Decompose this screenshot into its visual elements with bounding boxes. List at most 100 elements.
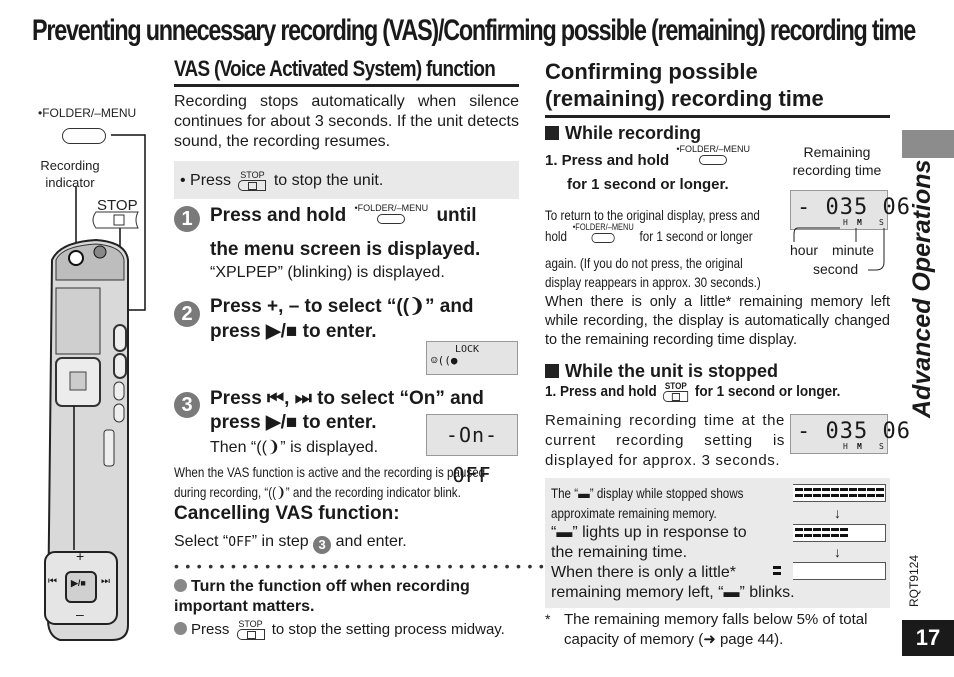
pad-next-icon: ⏭ [101, 576, 110, 587]
pad-plus-label: + [76, 548, 85, 564]
footnote-text: The remaining memory falls below 5% of t… [564, 611, 868, 648]
cancel-step-badge: 3 [313, 535, 332, 554]
memory-bar-display [793, 484, 886, 502]
memory-bar-display [773, 562, 886, 580]
step-2-line1: Press +, – to select “((❩” and [210, 296, 474, 317]
confirm-heading-line2: (remaining) recording time [545, 86, 824, 111]
confirm-heading-rule [545, 115, 890, 118]
section-label: Advanced Operations [898, 159, 954, 418]
section-label-text: Advanced Operations [908, 159, 936, 418]
stop-icon-label: STOP [240, 170, 265, 180]
memory-bar-segment [840, 488, 848, 491]
memory-bar-segment [822, 488, 830, 491]
square-bullet-icon [545, 126, 559, 140]
cancel-value: OFF [228, 535, 252, 550]
memory-bar-segment [867, 488, 875, 491]
remaining-time-label: Remaining recording time [792, 144, 882, 178]
step-1-line1: Press and hold •FOLDER/–MENU until [210, 203, 477, 229]
model-code-text: RQT9124 [907, 555, 921, 608]
lcd-unit-h: H [843, 442, 848, 451]
return-note-line4: display reappears in approx. 30 seconds.… [545, 274, 761, 290]
vas-intro: Recording stops automatically when silen… [174, 93, 519, 150]
lcd-unit-m: M [857, 442, 862, 451]
memory-bar-segment [840, 494, 848, 497]
while-recording-step-prefix: 1. Press and hold [545, 152, 670, 169]
hour-label: hour [790, 242, 819, 258]
step-1-badge: 1 [174, 206, 200, 232]
section-tab-marker [902, 130, 954, 158]
return-note-line3: again. (If you do not press, the origina… [545, 255, 743, 271]
memory-bar-segment [831, 494, 839, 497]
folder-menu-button-icon: •FOLDER/–MENU [354, 203, 428, 224]
stop-icon-label: STOP [238, 619, 263, 629]
while-stopped-heading-text: While the unit is stopped [565, 361, 778, 381]
cancel-vas-heading: Cancelling VAS function: [174, 503, 400, 524]
memory-bar-segment [831, 488, 839, 491]
step-3-badge: 3 [174, 392, 200, 418]
square-bullet-icon [545, 364, 559, 378]
memory-bar-segment [773, 572, 781, 575]
cancel-mid: ” in step [251, 533, 309, 550]
step-3-sub: Then “((❩” is displayed. [210, 439, 379, 456]
recorder-illustration [44, 134, 146, 641]
memory-bar-segment [773, 566, 781, 569]
second-label: second [813, 261, 859, 277]
while-recording-step: 1. Press and hold •FOLDER/–MENU [545, 144, 753, 169]
memory-bar-segment [831, 528, 839, 531]
memory-bar-segment [804, 534, 812, 537]
tip-bullet-icon [174, 579, 187, 592]
vas-heading-rule [174, 84, 519, 87]
folder-menu-label: •FOLDER/–MENU [38, 106, 137, 120]
step-1-sub: “XPLPEP” (blinking) is displayed. [210, 264, 445, 281]
memory-bar-segment [795, 494, 803, 497]
memory-bar-segment [849, 488, 857, 491]
press-stop-note-box: • Press STOP to stop the unit. [174, 161, 519, 199]
step-3-lcd: -On-OFF [426, 414, 518, 487]
step-2-lcd-text: LOCK [455, 344, 480, 355]
vas-heading: VAS (Voice Activated System) function [174, 56, 496, 81]
cancel-prefix: Select “ [174, 533, 229, 550]
step-3-line1: Press ⏮, ⏭ to select “On” and [210, 388, 484, 409]
step-2-lcd: LOCK ☺((● [426, 341, 518, 375]
stop-icon: STOP [663, 381, 689, 402]
tip-turn-off: Turn the function off when recording imp… [174, 577, 519, 617]
memory-line5: When there is only a little* [551, 564, 736, 581]
memory-bar-segment [822, 528, 830, 531]
pad-prev-icon: ⏮ [48, 576, 57, 587]
press-stop-suffix: to stop the unit. [273, 172, 384, 190]
memory-bar-segment [849, 494, 857, 497]
pad-center-label: ▶/■ [71, 578, 86, 588]
while-stopped-step: 1. Press and hold STOP for 1 second or l… [545, 382, 873, 402]
pad-minus-label: – [76, 606, 84, 622]
memory-bar-segment [795, 534, 803, 537]
tip-press-stop: Press STOP to stop the setting process m… [174, 620, 505, 640]
memory-bar-segment [831, 534, 839, 537]
vas-pause-note: When the VAS function is active and the … [174, 464, 486, 500]
remaining-time-lcd-recording: - 035 06 H M S [790, 190, 910, 230]
memory-bar-segment [822, 534, 830, 537]
while-stopped-step-inner: 1. Press and hold STOP for 1 second or l… [545, 382, 840, 402]
tip-2-prefix: Press [191, 620, 230, 638]
memory-bar-segment [804, 494, 812, 497]
stop-icon-label: STOP [664, 381, 687, 391]
memory-bar-segment [813, 494, 821, 497]
lcd-value: - 035 06 [797, 195, 911, 220]
step-3-line2: press ▶/■ to enter. [210, 412, 377, 433]
memory-bar-segment [804, 488, 812, 491]
memory-bar-display [793, 524, 886, 542]
stop-icon: STOP [238, 170, 267, 191]
while-stopped-heading: While the unit is stopped [545, 361, 778, 382]
memory-bar-segment [876, 494, 884, 497]
while-recording-step-suffix: for 1 second or longer. [567, 176, 729, 193]
while-recording-heading-text: While recording [565, 123, 702, 143]
page-number: 17 [902, 620, 954, 656]
cancel-vas-text: Select “OFF” in step 3 and enter. [174, 533, 407, 554]
while-recording-heading: While recording [545, 123, 701, 144]
confirm-heading-line1: Confirming possible [545, 59, 758, 84]
return-note-suffix: for 1 second or longer [639, 228, 753, 244]
arrow-down-icon: ↓ [834, 544, 841, 560]
folder-menu-button-icon: •FOLDER/–MENU [676, 144, 750, 165]
folder-menu-icon-label: •FOLDER/–MENU [676, 144, 751, 154]
tip-1-text: Turn the function off when recording imp… [174, 578, 470, 615]
memory-bar-segment [813, 528, 821, 531]
